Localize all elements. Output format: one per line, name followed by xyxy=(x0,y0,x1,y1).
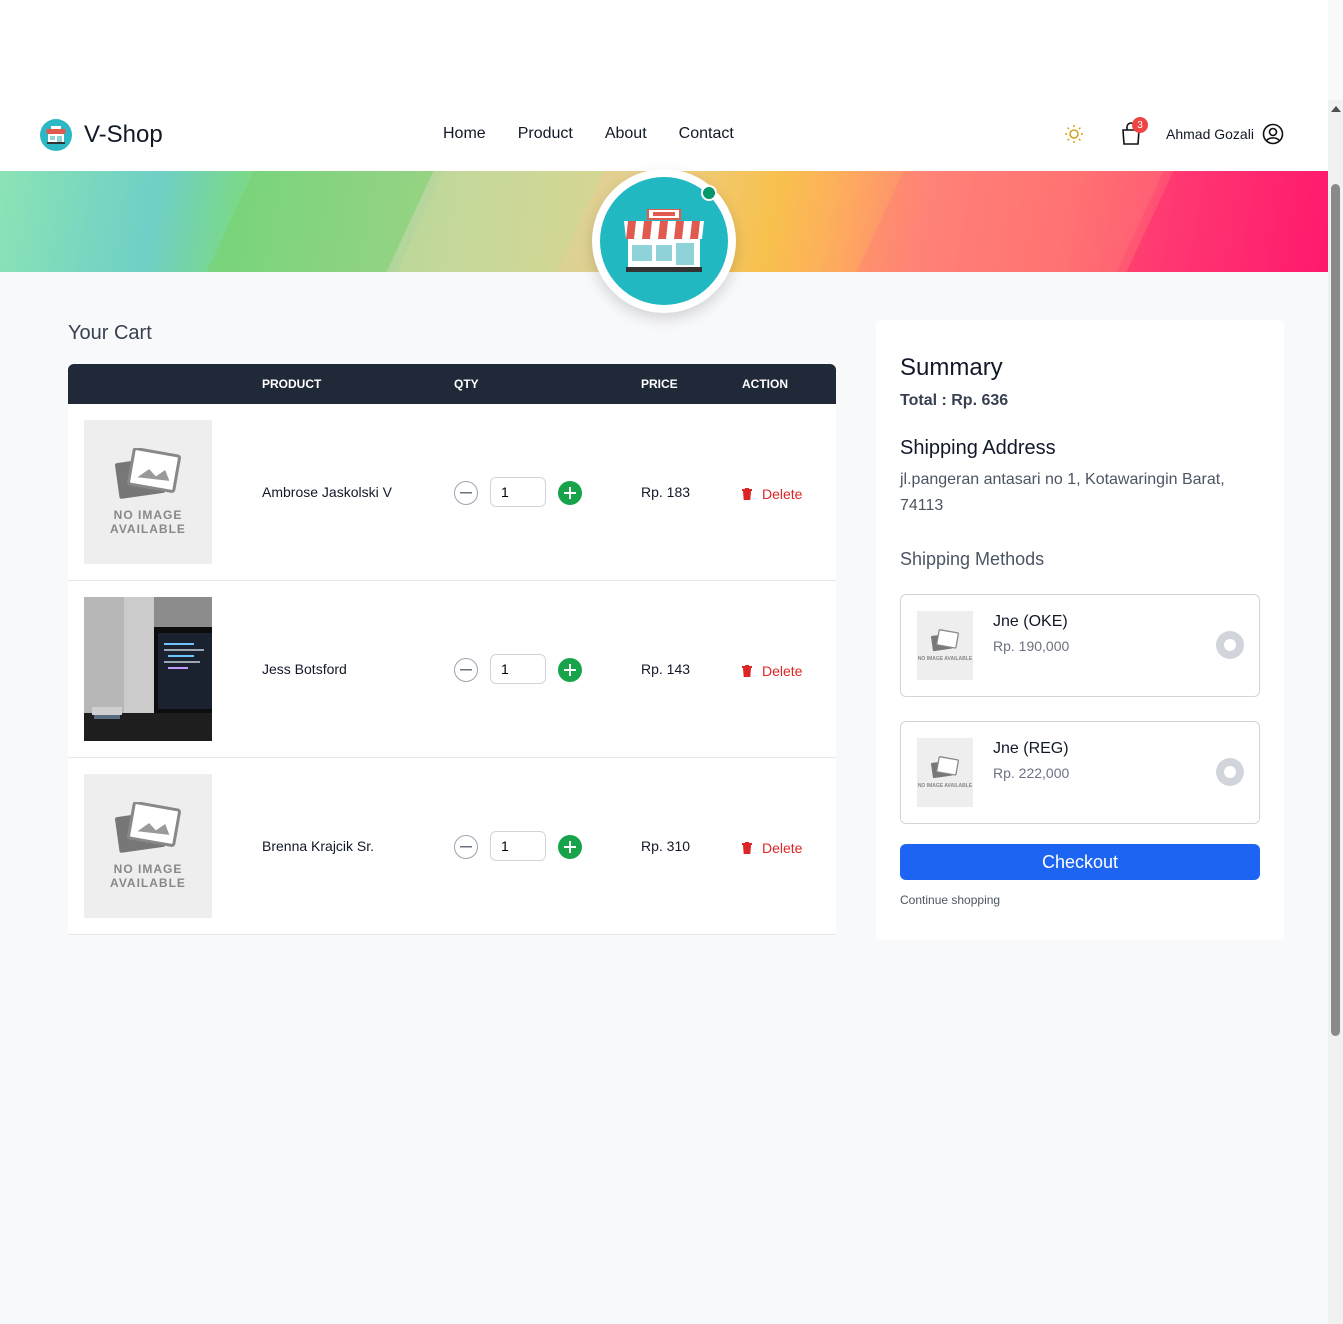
product-name: Ambrose Jaskolski V xyxy=(262,484,392,500)
product-price: Rp. 143 xyxy=(641,661,691,677)
nav-home[interactable]: Home xyxy=(443,125,486,143)
no-image-icon xyxy=(931,629,959,652)
no-image-label: NO IMAGE AVAILABLE xyxy=(110,862,186,890)
delete-label: Delete xyxy=(762,486,803,502)
product-name: Jess Botsford xyxy=(262,661,347,677)
product-price: Rp. 310 xyxy=(641,838,691,854)
shipping-methods-title: Shipping Methods xyxy=(900,549,1045,569)
qty-decrease-button[interactable] xyxy=(454,658,478,682)
delete-button[interactable]: Delete xyxy=(742,840,802,856)
column-header-qty: QTY xyxy=(454,377,479,391)
delete-label: Delete xyxy=(762,840,803,856)
product-photo xyxy=(84,597,212,741)
method-name: Jne (OKE) xyxy=(993,613,1068,630)
brand-name: V-Shop xyxy=(84,121,163,148)
table-header: PRODUCT QTY PRICE ACTION xyxy=(68,364,836,404)
no-image-label: NO IMAGE AVAILABLE xyxy=(917,656,973,662)
scroll-up-arrow-icon[interactable] xyxy=(1331,106,1341,112)
delete-button[interactable]: Delete xyxy=(742,663,802,679)
qty-input[interactable] xyxy=(490,831,546,861)
continue-shopping-link[interactable]: Continue shopping xyxy=(900,893,1000,907)
qty-increase-button[interactable] xyxy=(558,658,582,682)
shop-avatar xyxy=(592,169,736,313)
cart-count-badge: 3 xyxy=(1132,117,1148,133)
no-image-icon xyxy=(115,802,181,853)
product-thumbnail: NO IMAGE AVAILABLE xyxy=(84,774,212,918)
trash-icon xyxy=(742,842,752,854)
summary-total: Total : Rp. 636 xyxy=(900,392,1009,409)
no-image-label: NO IMAGE AVAILABLE xyxy=(917,783,973,789)
laptop-photo-image xyxy=(84,597,212,741)
shipping-method-option[interactable]: NO IMAGE AVAILABLE Jne (OKE) Rp. 190,000 xyxy=(900,594,1260,697)
no-image-icon xyxy=(115,448,181,499)
method-price: Rp. 222,000 xyxy=(993,765,1070,781)
page-scrollbar[interactable] xyxy=(1328,100,1343,1324)
summary-title: Summary xyxy=(900,354,1003,381)
cart-row: NO IMAGE AVAILABLE Brenna Krajcik Sr. Rp… xyxy=(68,758,836,935)
summary-panel: Summary Total : Rp. 636 Shipping Address… xyxy=(876,320,1284,940)
delete-button[interactable]: Delete xyxy=(742,486,802,502)
theme-toggle-sun-icon[interactable] xyxy=(1062,122,1086,146)
method-radio[interactable] xyxy=(1216,758,1244,786)
checkout-button[interactable]: Checkout xyxy=(900,844,1260,880)
cart-table: PRODUCT QTY PRICE ACTION NO IMAGE AVAILA… xyxy=(68,364,836,935)
brand[interactable]: V-Shop xyxy=(40,119,163,151)
scrollbar-thumb[interactable] xyxy=(1331,184,1340,1036)
cart-row: NO IMAGE AVAILABLE Ambrose Jaskolski V R… xyxy=(68,404,836,581)
shop-logo-icon xyxy=(40,119,72,151)
no-image-label: NO IMAGE AVAILABLE xyxy=(110,508,186,536)
qty-decrease-button[interactable] xyxy=(454,835,478,859)
navbar: V-Shop Home Product About Contact 3 Ahma… xyxy=(0,100,1328,171)
nav-actions: 3 Ahmad Gozali xyxy=(1062,117,1284,146)
method-name: Jne (REG) xyxy=(993,740,1069,757)
top-spacer xyxy=(0,0,1328,100)
cart-row: Jess Botsford Rp. 143 Delete xyxy=(68,581,836,758)
delete-label: Delete xyxy=(762,663,803,679)
nav-product[interactable]: Product xyxy=(518,125,573,143)
user-name[interactable]: Ahmad Gozali xyxy=(1166,126,1254,142)
qty-input[interactable] xyxy=(490,654,546,684)
column-header-product: PRODUCT xyxy=(262,377,322,391)
qty-decrease-button[interactable] xyxy=(454,481,478,505)
shipping-method-option[interactable]: NO IMAGE AVAILABLE Jne (REG) Rp. 222,000 xyxy=(900,721,1260,824)
cart-button[interactable]: 3 xyxy=(1120,117,1148,146)
cart-title: Your Cart xyxy=(68,322,152,344)
method-price: Rp. 190,000 xyxy=(993,638,1070,654)
nav-contact[interactable]: Contact xyxy=(679,125,734,143)
main-nav: Home Product About Contact xyxy=(443,125,734,143)
column-header-action: ACTION xyxy=(742,377,788,391)
online-status-dot xyxy=(701,185,717,201)
no-image-icon xyxy=(931,756,959,779)
shipping-address: jl.pangeran antasari no 1, Kotawaringin … xyxy=(900,471,1225,514)
product-thumbnail: NO IMAGE AVAILABLE xyxy=(84,420,212,564)
method-thumbnail: NO IMAGE AVAILABLE xyxy=(917,738,973,807)
qty-input[interactable] xyxy=(490,477,546,507)
qty-increase-button[interactable] xyxy=(558,481,582,505)
trash-icon xyxy=(742,665,752,677)
product-name: Brenna Krajcik Sr. xyxy=(262,838,375,854)
trash-icon xyxy=(742,488,752,500)
nav-about[interactable]: About xyxy=(605,125,647,143)
shipping-address-title: Shipping Address xyxy=(900,437,1056,459)
method-thumbnail: NO IMAGE AVAILABLE xyxy=(917,611,973,680)
user-circle-icon[interactable] xyxy=(1262,123,1284,145)
qty-increase-button[interactable] xyxy=(558,835,582,859)
product-price: Rp. 183 xyxy=(641,484,691,500)
column-header-price: PRICE xyxy=(641,377,678,391)
method-radio[interactable] xyxy=(1216,631,1244,659)
